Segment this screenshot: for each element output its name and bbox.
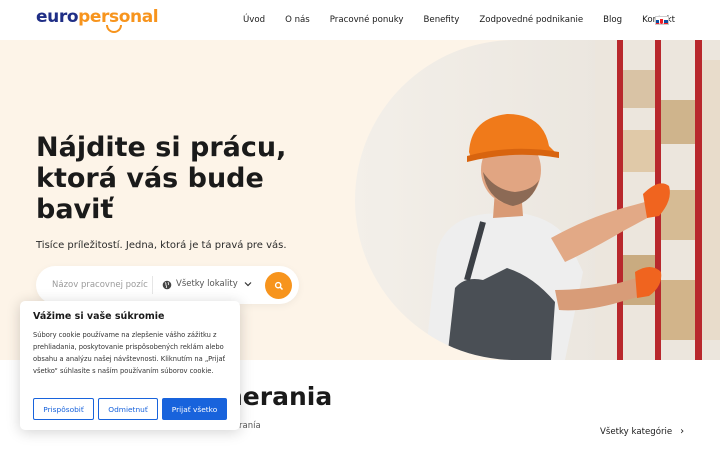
search-button[interactable] [265, 272, 292, 299]
chevron-down-icon[interactable] [244, 280, 252, 288]
main-nav: Úvod O nás Pracovné ponuky Benefity Zodp… [243, 0, 695, 40]
cookie-accept-all-button[interactable]: Prijať všetko [162, 398, 227, 420]
nav-item-blog[interactable]: Blog [603, 15, 622, 25]
all-categories-label: Všetky kategórie [600, 426, 673, 437]
hero-title: Nájdite si prácu, ktorá vás bude baviť [36, 132, 287, 225]
slovak-flag-icon[interactable] [655, 16, 669, 25]
logo-euro: euro [36, 7, 79, 27]
logo[interactable]: europersonal [36, 6, 159, 33]
hero-subtitle: Tisíce príležitostí. Jedna, ktorá je tá … [36, 240, 287, 251]
nav-item-o-nas[interactable]: O nás [285, 15, 310, 25]
site-header: europersonal Úvod O nás Pracovné ponuky … [0, 0, 720, 40]
nav-item-zodpovedne-podnikanie[interactable]: Zodpovedné podnikanie [479, 15, 583, 25]
job-title-input[interactable] [52, 279, 148, 291]
nav-item-uvod[interactable]: Úvod [243, 15, 265, 25]
cookie-reject-button[interactable]: Odmietnuť [98, 398, 158, 420]
job-search-bar: Všetky lokality [36, 266, 299, 304]
globe-icon [162, 280, 172, 290]
location-select[interactable]: Všetky lokality [176, 279, 238, 289]
cookie-consent-banner: Vážime si vaše súkromie Súbory cookie po… [20, 301, 240, 430]
search-icon [274, 281, 283, 290]
cookie-customize-button[interactable]: Prispôsobiť [33, 398, 94, 420]
logo-personal: personal [78, 7, 159, 27]
all-categories-link[interactable]: Všetky kategórie › [600, 426, 684, 437]
logo-smile-icon [106, 25, 122, 33]
cookie-text: Súbory cookie používame na zlepšenie váš… [33, 331, 226, 375]
cookie-title: Vážime si vaše súkromie [33, 311, 165, 322]
nav-item-pracovne-ponuky[interactable]: Pracovné ponuky [330, 15, 404, 25]
nav-item-benefity[interactable]: Benefity [424, 15, 460, 25]
hero-photo [355, 40, 720, 360]
search-divider [152, 276, 153, 294]
chevron-right-icon: › [680, 426, 685, 437]
